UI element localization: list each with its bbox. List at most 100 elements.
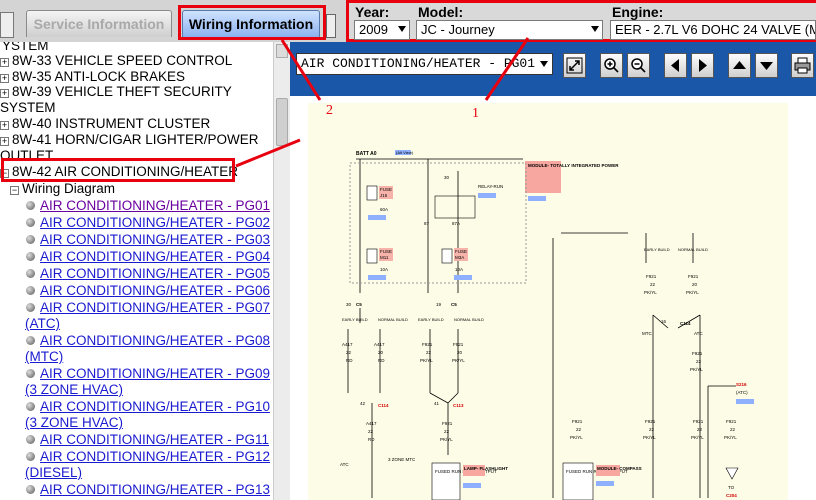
page-link[interactable]: AIR CONDITIONING/HEATER - PG06 <box>26 283 270 299</box>
alt-view-badge[interactable] <box>736 399 754 404</box>
alt-view-badge[interactable] <box>528 196 546 201</box>
page-link[interactable]: AIR CONDITIONING/HEATER - PG07 <box>26 300 270 316</box>
page-select[interactable]: AIR CONDITIONING/HEATER - PG01 <box>296 53 553 75</box>
wire-code: A417 <box>374 342 385 347</box>
page-link[interactable]: AIR CONDITIONING/HEATER - PG04 <box>26 249 270 265</box>
wire-gauge: 20 <box>457 350 463 355</box>
year-select[interactable]: 2009 <box>354 20 410 40</box>
page-link-suffix[interactable]: (DIESEL) <box>25 465 82 481</box>
wire-color: PK/YL <box>420 358 433 363</box>
page-link[interactable]: AIR CONDITIONING/HEATER - PG05 <box>26 266 270 282</box>
fuse-symbol <box>366 185 378 201</box>
page-link-label[interactable]: (ATC) <box>25 316 60 331</box>
alt-view-badge[interactable] <box>478 193 496 198</box>
wire-color: PK/YL <box>690 367 703 372</box>
page-link-label[interactable]: (3 ZONE HVAC) <box>25 415 123 430</box>
tab-service-information[interactable]: Service Information <box>26 10 172 37</box>
page-bullet-icon <box>26 252 35 261</box>
page-link-label[interactable]: AIR CONDITIONING/HEATER - PG09 <box>40 366 270 381</box>
callout-2: 2 <box>326 103 333 118</box>
engine-select[interactable]: EER - 2.7L V6 DOHC 24 VALVE (MPI) <box>610 20 816 40</box>
collapse-icon[interactable]: − <box>10 186 19 195</box>
arrow-up-icon <box>733 61 746 69</box>
page-link-label[interactable]: AIR CONDITIONING/HEATER - PG10 <box>40 399 270 414</box>
wire-gauge: 22 <box>444 429 450 434</box>
normal-build-label: NORMAL BUILD <box>678 247 708 252</box>
page-link-label[interactable]: AIR CONDITIONING/HEATER - PG06 <box>40 283 270 298</box>
alt-view-badge[interactable] <box>368 215 386 220</box>
page-link[interactable]: AIR CONDITIONING/HEATER - PG10 <box>26 399 270 415</box>
zoom-in-button[interactable] <box>600 53 623 78</box>
chevron-down-icon <box>591 26 599 32</box>
page-bullet-icon <box>26 336 35 345</box>
wire-code: F921 <box>688 274 699 279</box>
pin-87: 87 <box>424 221 430 226</box>
pin-87a: 87A <box>452 221 460 226</box>
expand-icon[interactable]: + <box>0 89 9 98</box>
three-zone-label: 3 ZONE MTC <box>388 457 416 462</box>
scroll-thumb[interactable] <box>276 98 288 146</box>
alt-view-badge[interactable] <box>596 481 614 486</box>
alt-view-badge[interactable] <box>454 275 472 280</box>
page-link-label[interactable]: AIR CONDITIONING/HEATER - PG04 <box>40 249 270 264</box>
scroll-up-button[interactable] <box>276 44 288 58</box>
page-link-label[interactable]: AIR CONDITIONING/HEATER - PG12 <box>40 449 270 464</box>
tree-item-label: 8W-39 VEHICLE THEFT SECURITY <box>12 84 232 99</box>
page-link[interactable]: AIR CONDITIONING/HEATER - PG03 <box>26 232 270 248</box>
page-link[interactable]: AIR CONDITIONING/HEATER - PG13 <box>26 482 270 498</box>
page-link-suffix[interactable]: (MTC) <box>25 349 63 365</box>
page-link-label[interactable]: AIR CONDITIONING/HEATER - PG08 <box>40 333 270 348</box>
tree-item[interactable]: +8W-40 INSTRUMENT CLUSTER <box>0 116 210 132</box>
next-page-button[interactable] <box>691 53 714 78</box>
page-link-label[interactable]: (3 ZONE HVAC) <box>25 382 123 397</box>
tree-item-wrap[interactable]: SYSTEM <box>0 100 56 116</box>
engine-label: Engine: <box>612 4 664 20</box>
page-link-label[interactable]: AIR CONDITIONING/HEATER - PG13 <box>40 482 270 497</box>
expand-icon[interactable]: + <box>0 121 9 130</box>
expand-icon[interactable]: + <box>0 137 9 146</box>
tree-item-label: 8W-40 INSTRUMENT CLUSTER <box>12 116 211 131</box>
page-link-suffix[interactable]: (3 ZONE HVAC) <box>25 382 123 398</box>
wire-code: F921 <box>572 419 583 424</box>
scroll-up-diagram-button[interactable] <box>728 53 751 78</box>
page-link-label[interactable]: AIR CONDITIONING/HEATER - PG03 <box>40 232 270 247</box>
page-link[interactable]: AIR CONDITIONING/HEATER - PG01 <box>26 198 270 214</box>
early-build-label: EARLY BUILD <box>644 247 670 252</box>
scroll-down-diagram-button[interactable] <box>755 53 778 78</box>
page-bullet-icon <box>26 435 35 444</box>
page-link-suffix[interactable]: (3 ZONE HVAC) <box>25 415 123 431</box>
page-link-label[interactable]: (MTC) <box>25 349 63 364</box>
expand-icon[interactable]: + <box>0 74 9 83</box>
tree-subsection[interactable]: − Wiring Diagram <box>10 181 115 197</box>
expand-icon[interactable]: + <box>0 58 9 67</box>
print-button[interactable] <box>791 53 814 78</box>
page-link-suffix[interactable]: (ATC) <box>25 316 60 332</box>
tree-item[interactable]: +8W-33 VEHICLE SPEED CONTROL <box>0 53 232 69</box>
book-icon[interactable] <box>0 12 14 38</box>
page-link[interactable]: AIR CONDITIONING/HEATER - PG11 <box>26 432 269 448</box>
page-link-label[interactable]: AIR CONDITIONING/HEATER - PG02 <box>40 215 270 230</box>
alt-view-badge[interactable] <box>368 275 386 280</box>
extra-tab[interactable] <box>326 14 336 38</box>
selected-section-highlight <box>1 158 235 182</box>
page-link-label[interactable]: (DIESEL) <box>25 465 82 480</box>
tree-item[interactable]: +8W-41 HORN/CIGAR LIGHTER/POWER <box>0 132 259 148</box>
page-link-label[interactable]: AIR CONDITIONING/HEATER - PG07 <box>40 300 270 315</box>
model-select[interactable]: JC - Journey <box>416 20 603 40</box>
page-link[interactable]: AIR CONDITIONING/HEATER - PG08 <box>26 333 270 349</box>
page-link-label[interactable]: AIR CONDITIONING/HEATER - PG05 <box>40 266 270 281</box>
page-link-label[interactable]: AIR CONDITIONING/HEATER - PG11 <box>40 432 269 447</box>
page-link-label[interactable]: AIR CONDITIONING/HEATER - PG01 <box>40 198 270 213</box>
tree-item[interactable]: +8W-39 VEHICLE THEFT SECURITY <box>0 84 232 100</box>
previous-page-button[interactable] <box>664 53 687 78</box>
alt-view-badge[interactable] <box>463 483 481 488</box>
tree-item[interactable]: +8W-35 ANTI-LOCK BRAKES <box>0 69 185 85</box>
page-link[interactable]: AIR CONDITIONING/HEATER - PG02 <box>26 215 270 231</box>
fit-page-button[interactable] <box>563 53 586 78</box>
pin-16: 16 <box>661 319 667 324</box>
page-link[interactable]: AIR CONDITIONING/HEATER - PG12 <box>26 449 270 465</box>
wire-color: PK/YL <box>724 435 737 440</box>
page-link[interactable]: AIR CONDITIONING/HEATER - PG09 <box>26 366 270 382</box>
lamp-label: LAMP- FLASHLIGHT <box>464 466 508 471</box>
zoom-out-button[interactable] <box>627 53 650 78</box>
